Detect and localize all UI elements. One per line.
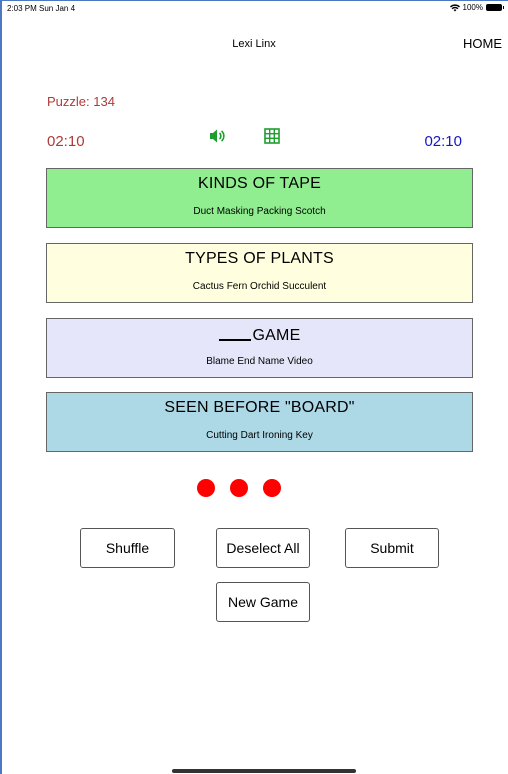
shuffle-button[interactable]: Shuffle xyxy=(80,528,175,568)
category-words: Cutting Dart Ironing Key xyxy=(206,430,313,441)
home-indicator[interactable] xyxy=(172,769,356,773)
timer-left: 02:10 xyxy=(47,133,85,150)
category-card-solved: KINDS OF TAPE Duct Masking Packing Scotc… xyxy=(46,168,473,228)
app-title: Lexi Linx xyxy=(232,38,276,50)
submit-button[interactable]: Submit xyxy=(345,528,439,568)
mistake-dot xyxy=(263,479,281,497)
category-words: Cactus Fern Orchid Succulent xyxy=(192,281,327,292)
blank-line xyxy=(218,325,251,341)
puzzle-number: Puzzle: 134 xyxy=(47,94,115,109)
category-card-solved: SEEN BEFORE "BOARD" Cutting Dart Ironing… xyxy=(46,392,473,452)
timer-right: 02:10 xyxy=(424,133,462,150)
category-title: SEEN BEFORE "BOARD" xyxy=(164,399,355,416)
app-screen: 2:03 PM Sun Jan 4 100% Lexi Linx HOME Pu… xyxy=(0,0,508,774)
home-button[interactable]: HOME xyxy=(463,36,502,51)
mistake-dot xyxy=(230,479,248,497)
wifi-icon xyxy=(449,3,460,12)
category-card-solved: TYPES OF PLANTS Cactus Fern Orchid Succu… xyxy=(46,243,473,303)
battery-percent: 100% xyxy=(462,3,483,12)
mistake-dot xyxy=(197,479,215,497)
new-game-button[interactable]: New Game xyxy=(216,582,310,622)
mistakes-remaining xyxy=(197,479,281,497)
grid-icon[interactable] xyxy=(264,128,280,144)
speaker-icon[interactable] xyxy=(208,128,228,144)
category-words: Duct Masking Packing Scotch xyxy=(193,206,326,217)
category-card-solved: GAME Blame End Name Video xyxy=(46,318,473,378)
category-title-text: GAME xyxy=(252,327,301,344)
category-title: GAME xyxy=(47,325,472,345)
category-title: KINDS OF TAPE xyxy=(198,175,321,192)
category-words: Blame End Name Video xyxy=(206,356,313,367)
window-border-top xyxy=(0,0,508,1)
battery-icon xyxy=(486,4,504,11)
category-title: TYPES OF PLANTS xyxy=(185,250,334,267)
window-border-left xyxy=(0,0,2,774)
deselect-all-button[interactable]: Deselect All xyxy=(216,528,310,568)
status-bar-right: 100% xyxy=(449,3,504,12)
status-bar-time: 2:03 PM Sun Jan 4 xyxy=(7,4,76,13)
